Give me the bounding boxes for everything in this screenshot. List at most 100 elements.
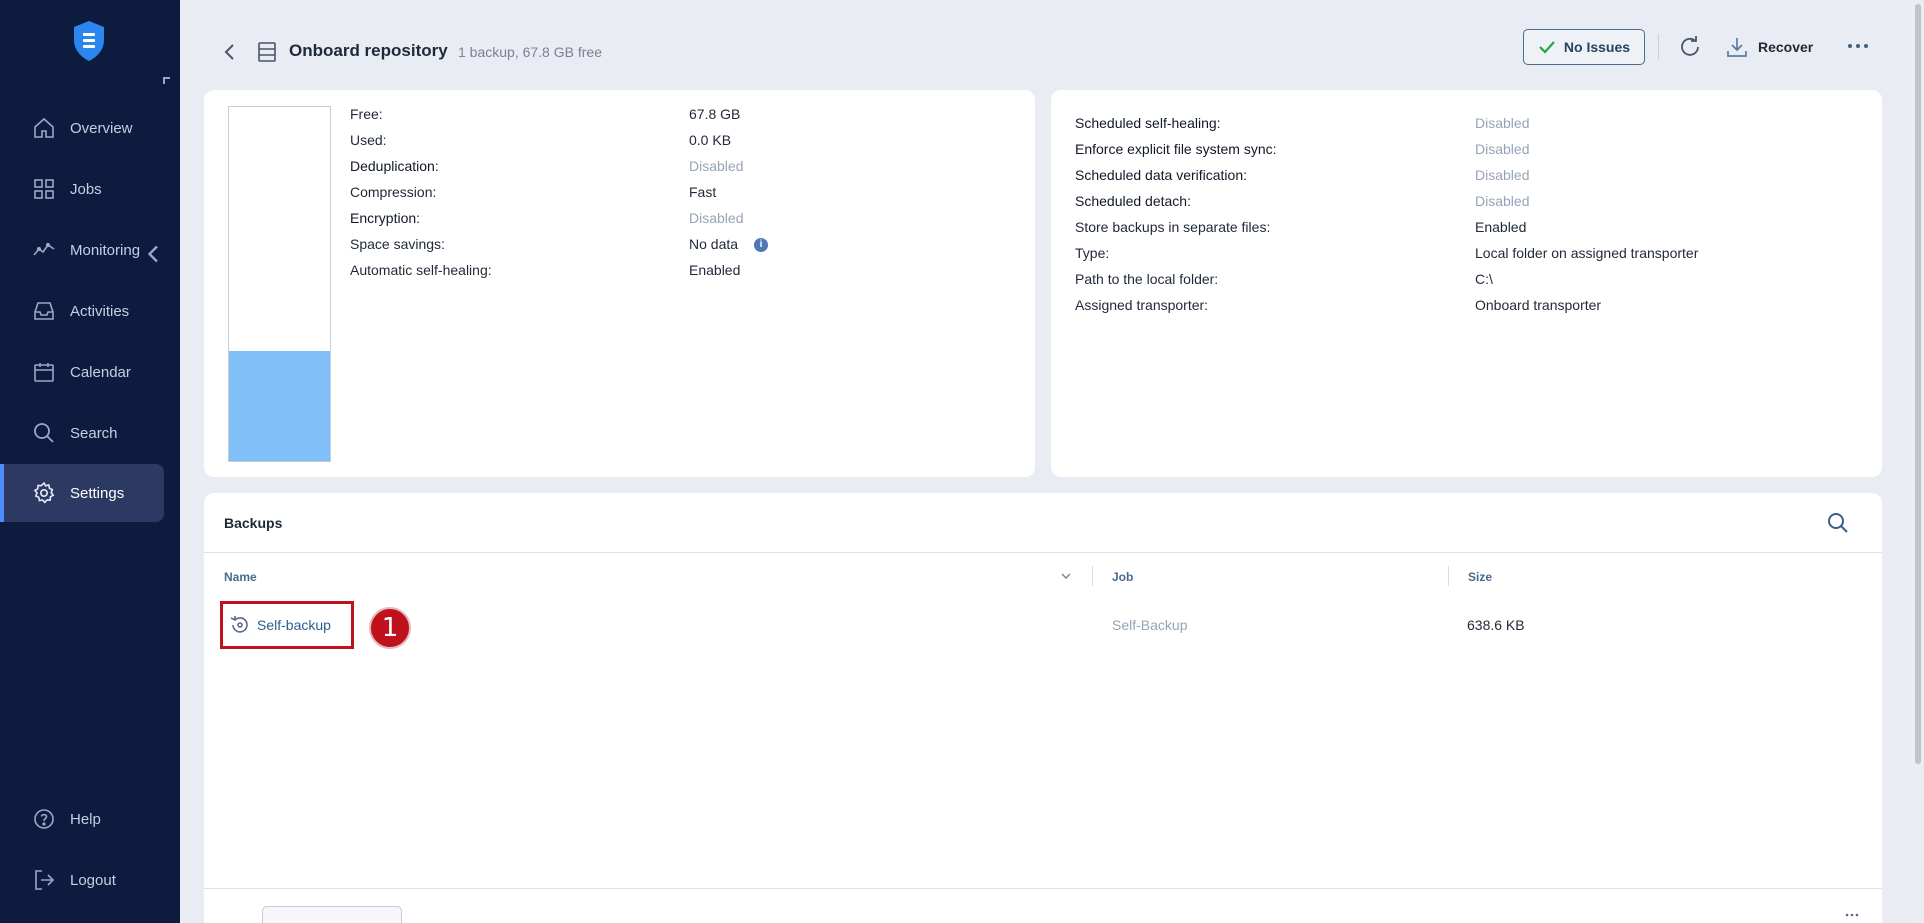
sidebar-item-overview[interactable]: Overview: [0, 99, 164, 157]
property-value: Onboard transporter: [1475, 297, 1602, 313]
property-row: Scheduled detach: Disabled: [1075, 193, 1855, 213]
backup-name-link[interactable]: Self-backup: [220, 601, 354, 649]
sidebar-item-monitoring[interactable]: Monitoring: [0, 221, 164, 279]
storage-card: Free: 67.8 GB Used: 0.0 KB Deduplication: Dis…: [204, 90, 1035, 477]
header-divider: [1658, 34, 1659, 60]
sidebar-item-calendar[interactable]: Calendar: [0, 343, 164, 401]
sidebar-item-label: Search: [70, 424, 118, 442]
chevron-down-icon[interactable]: [1059, 569, 1073, 583]
sidebar-item-logout[interactable]: Logout: [0, 851, 164, 909]
recover-label: Recover: [1758, 39, 1814, 55]
table-row[interactable]: Self-backup 1 Self-Backup 638.6 KB: [204, 597, 1882, 649]
sidebar: Overview Jobs Monitoring Activities Cale…: [0, 0, 180, 923]
recover-button[interactable]: Recover: [1726, 31, 1813, 63]
property-row: Store backups in separate files: Enabled: [1075, 219, 1855, 239]
sidebar-item-jobs[interactable]: Jobs: [0, 160, 164, 218]
grid-icon: [34, 179, 54, 199]
property-label: Assigned transporter:: [1075, 297, 1209, 313]
scrollbar-thumb[interactable]: [1915, 4, 1921, 764]
logout-icon: [35, 870, 55, 890]
property-label: Used:: [350, 132, 387, 148]
backups-title: Backups: [224, 515, 283, 531]
column-header-name[interactable]: Name: [224, 570, 257, 584]
property-row: Encryption: Disabled: [350, 210, 1010, 230]
step-callout-badge: 1: [369, 607, 411, 649]
page-subtitle: 1 backup, 67.8 GB free: [458, 44, 602, 60]
backup-size: 638.6 KB: [1467, 617, 1525, 633]
backups-panel: Backups Name Job Size Self-backup 1 Self…: [204, 493, 1882, 923]
property-row: Automatic self-healing: Enabled: [350, 262, 1010, 282]
property-label: Store backups in separate files:: [1075, 219, 1271, 235]
collapse-sidebar-icon[interactable]: [163, 77, 170, 84]
calendar-icon: [34, 363, 54, 382]
column-header-size[interactable]: Size: [1468, 570, 1492, 584]
chevron-left-icon[interactable]: [142, 242, 166, 266]
property-row: Type: Local folder on assigned transporte…: [1075, 245, 1855, 265]
property-label: Scheduled data verification:: [1075, 167, 1247, 183]
property-label: Type:: [1075, 245, 1110, 261]
property-value: 67.8 GB: [689, 106, 741, 122]
checkmark-icon: [1539, 41, 1555, 54]
sidebar-item-label: Monitoring: [70, 241, 141, 259]
property-value: Local folder on assigned transporter: [1475, 245, 1699, 261]
backup-history-icon: [230, 616, 248, 633]
sidebar-item-activities[interactable]: Activities: [0, 282, 164, 340]
property-value: 0.0 KB: [689, 132, 732, 148]
sidebar-item-search[interactable]: Search: [0, 404, 164, 462]
settings-properties: Scheduled self-healing: Disabled Enforce e…: [1075, 115, 1855, 315]
download-icon: [1727, 38, 1747, 57]
sidebar-item-settings[interactable]: Settings: [0, 464, 164, 522]
property-row: Compression: Fast: [350, 184, 1010, 204]
property-value: C:\: [1475, 271, 1493, 287]
backups-divider: [204, 552, 1882, 553]
search-icon[interactable]: [1826, 511, 1850, 535]
home-icon: [34, 117, 54, 138]
property-row: Used: 0.0 KB: [350, 132, 1010, 152]
property-value: Disabled: [689, 210, 744, 226]
table-footer-divider: [204, 888, 1882, 889]
more-options-icon[interactable]: [1844, 34, 1872, 58]
back-arrow-icon[interactable]: [220, 40, 240, 64]
property-row: Deduplication: Disabled: [350, 158, 1010, 178]
property-value: Disabled: [1475, 193, 1530, 209]
property-value: Disabled: [689, 158, 744, 174]
refresh-icon[interactable]: [1677, 34, 1703, 60]
storage-properties: Free: 67.8 GB Used: 0.0 KB Deduplication: Dis…: [350, 106, 1010, 286]
property-row: Free: 67.8 GB: [350, 106, 1010, 126]
property-label: Free:: [350, 106, 383, 122]
sidebar-item-label: Calendar: [70, 363, 131, 381]
property-value: No data: [689, 236, 739, 252]
shield-logo-icon[interactable]: [72, 20, 106, 62]
column-resize-handle[interactable]: [1092, 566, 1093, 586]
no-issues-label: No Issues: [1563, 39, 1631, 55]
info-icon[interactable]: i: [754, 238, 768, 252]
backup-job-link[interactable]: Self-Backup: [1112, 617, 1187, 633]
page-header: Onboard repository 1 backup, 67.8 GB fre…: [180, 0, 1924, 90]
page-size-selector[interactable]: [262, 906, 402, 923]
help-icon: [34, 809, 54, 829]
property-row: Space savings: No data i: [350, 236, 1010, 256]
chart-line-icon: [33, 242, 55, 256]
sidebar-item-label: Help: [70, 810, 101, 828]
property-label: Automatic self-healing:: [350, 262, 492, 278]
property-label: Scheduled self-healing:: [1075, 115, 1221, 131]
property-value: Disabled: [1475, 167, 1530, 183]
sidebar-item-label: Logout: [70, 871, 116, 889]
sidebar-item-help[interactable]: Help: [0, 790, 164, 848]
column-resize-handle[interactable]: [1448, 566, 1449, 586]
more-options-icon[interactable]: [1844, 911, 1860, 919]
column-header-job[interactable]: Job: [1112, 570, 1133, 584]
sidebar-item-label: Jobs: [70, 180, 102, 198]
property-row: Path to the local folder: C:\: [1075, 271, 1855, 291]
property-label: Deduplication:: [350, 158, 439, 174]
property-label: Encryption:: [350, 210, 421, 226]
property-label: Space savings:: [350, 236, 445, 252]
sidebar-item-label: Activities: [70, 302, 130, 320]
sidebar-item-label: Settings: [70, 484, 125, 502]
property-label: Scheduled detach:: [1075, 193, 1191, 209]
inbox-icon: [34, 302, 54, 320]
property-label: Compression:: [350, 184, 437, 200]
page-scrollbar[interactable]: [1912, 0, 1924, 923]
no-issues-button[interactable]: No Issues: [1523, 29, 1645, 65]
property-row: Enforce explicit file system sync: Disabl…: [1075, 141, 1855, 161]
